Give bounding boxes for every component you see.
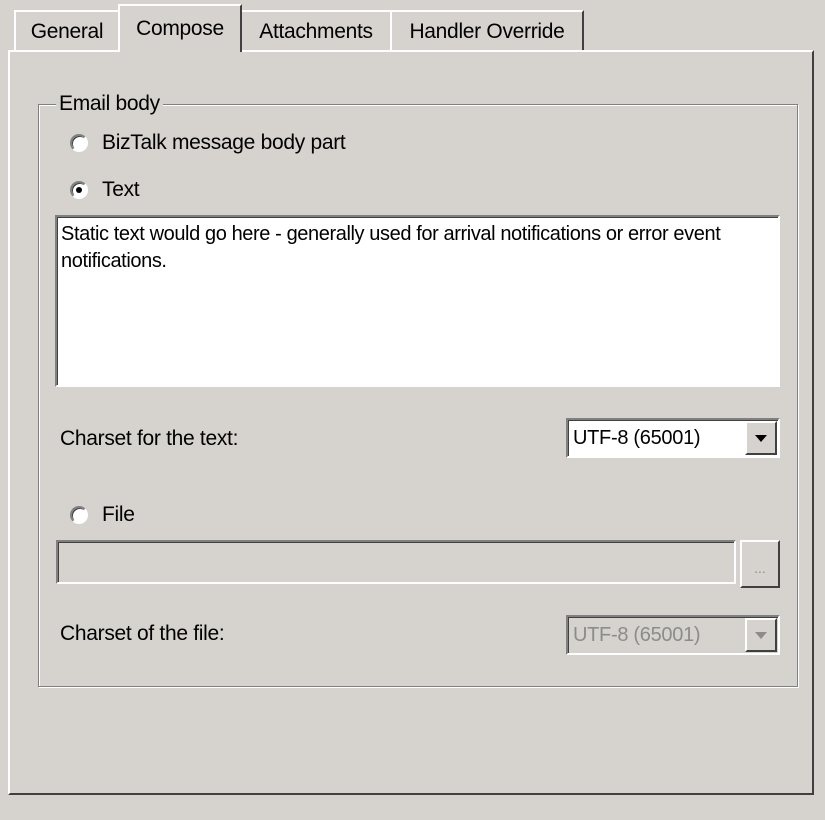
file-path-input[interactable] xyxy=(56,540,736,584)
tab-handler-override[interactable]: Handler Override xyxy=(390,10,584,50)
charset-file-value: UTF-8 (65001) xyxy=(573,624,701,646)
radio-text[interactable]: Text xyxy=(70,178,140,202)
charset-file-select[interactable]: UTF-8 (65001) xyxy=(566,615,780,655)
radio-text-label: Text xyxy=(102,178,140,201)
radio-biztalk-body-part[interactable]: BizTalk message body part xyxy=(70,131,346,155)
charset-text-label: Charset for the text: xyxy=(60,427,239,450)
radio-file-icon[interactable] xyxy=(70,506,88,524)
tab-strip: General Compose Attachments Handler Over… xyxy=(0,0,825,52)
radio-text-icon[interactable] xyxy=(70,181,88,199)
email-body-group xyxy=(38,104,798,687)
tab-compose[interactable]: Compose xyxy=(118,4,242,52)
static-text-area[interactable]: Static text would go here - generally us… xyxy=(55,215,780,387)
charset-file-label: Charset of the file: xyxy=(60,622,225,645)
chevron-down-icon xyxy=(755,632,767,639)
charset-text-select[interactable]: UTF-8 (65001) xyxy=(566,418,780,458)
radio-file-label: File xyxy=(102,503,135,526)
radio-biztalk-label: BizTalk message body part xyxy=(102,131,346,154)
tab-general[interactable]: General xyxy=(14,10,120,50)
radio-biztalk-icon[interactable] xyxy=(70,134,88,152)
charset-text-dropdown-button[interactable] xyxy=(745,421,777,455)
tab-attachments[interactable]: Attachments xyxy=(240,10,392,50)
charset-text-value: UTF-8 (65001) xyxy=(573,427,701,449)
email-body-legend: Email body xyxy=(56,92,163,116)
dialog-frame: General Compose Attachments Handler Over… xyxy=(0,0,825,820)
radio-file[interactable]: File xyxy=(70,503,135,527)
charset-file-dropdown-button[interactable] xyxy=(745,618,777,652)
browse-button[interactable]: ... xyxy=(740,540,780,588)
chevron-down-icon xyxy=(755,435,767,442)
